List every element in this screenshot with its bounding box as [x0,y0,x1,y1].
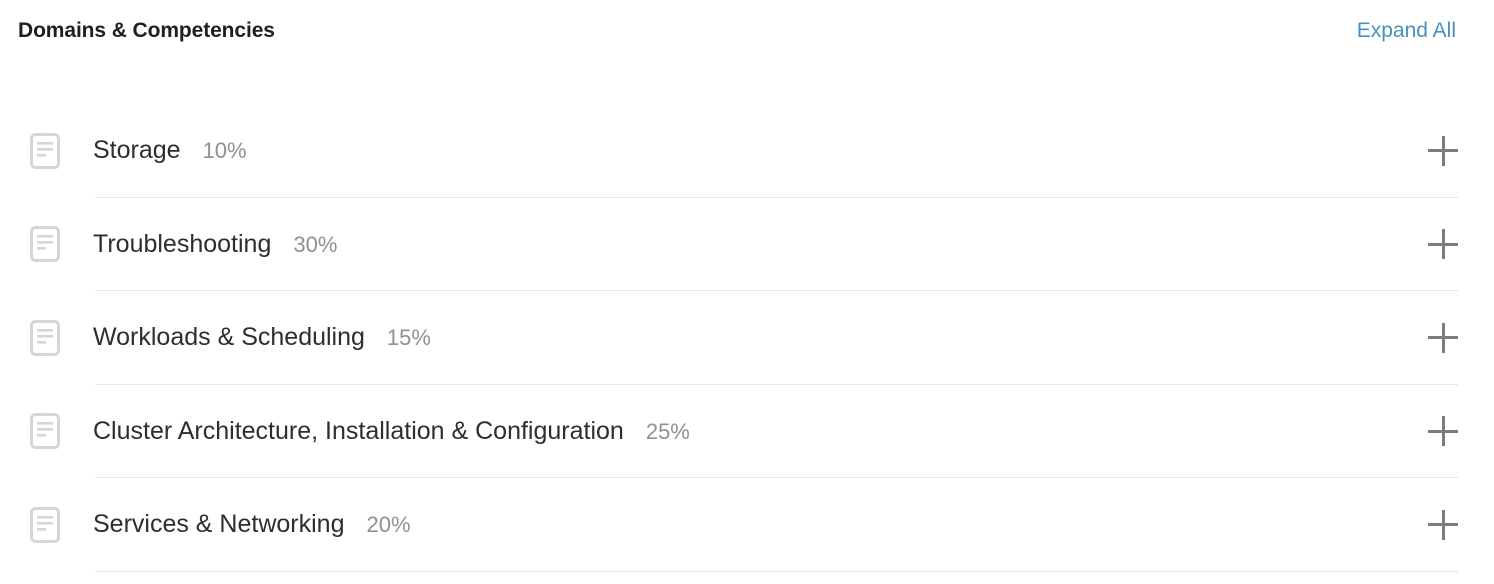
domain-percent: 25% [645,418,690,444]
document-icon [30,506,60,543]
expand-all-link[interactable]: Expand All [1357,20,1456,41]
domain-row-main: Troubleshooting 30% [93,229,1412,259]
domain-row[interactable]: Troubleshooting 30% [0,198,1494,292]
domain-row[interactable]: Cluster Architecture, Installation & Con… [0,385,1494,479]
plus-icon[interactable] [1428,322,1458,353]
plus-icon[interactable] [1428,229,1458,260]
plus-icon[interactable] [1428,416,1458,447]
domain-percent: 30% [293,231,338,257]
plus-icon[interactable] [1428,509,1458,540]
domain-list: Storage 10% Troubleshooting 30% Workload… [0,104,1494,572]
page-header: Domains & Competencies Expand All [0,0,1494,60]
document-icon [30,319,60,356]
page-title: Domains & Competencies [18,18,275,42]
domain-percent: 15% [386,325,431,350]
domain-row[interactable]: Storage 10% [0,104,1494,198]
domains-competencies-page: Domains & Competencies Expand All Storag… [0,0,1494,584]
domain-label: Cluster Architecture, Installation & Con… [93,416,624,445]
domain-label: Storage [93,136,181,164]
domain-label: Workloads & Scheduling [93,323,365,351]
domain-percent: 10% [202,138,247,163]
domain-row-main: Storage 10% [93,136,1412,165]
domain-label: Services & Networking [93,510,345,538]
domain-row-main: Cluster Architecture, Installation & Con… [93,416,1412,446]
plus-icon[interactable] [1428,135,1458,166]
document-icon [30,226,60,263]
domain-row[interactable]: Services & Networking 20% [0,478,1494,572]
domain-label: Troubleshooting [93,229,272,258]
domain-row-main: Services & Networking 20% [93,510,1412,539]
domain-row-main: Workloads & Scheduling 15% [93,323,1412,352]
document-icon [30,413,60,450]
domain-percent: 20% [366,512,411,537]
domain-row[interactable]: Workloads & Scheduling 15% [0,291,1494,385]
document-icon [30,132,60,169]
